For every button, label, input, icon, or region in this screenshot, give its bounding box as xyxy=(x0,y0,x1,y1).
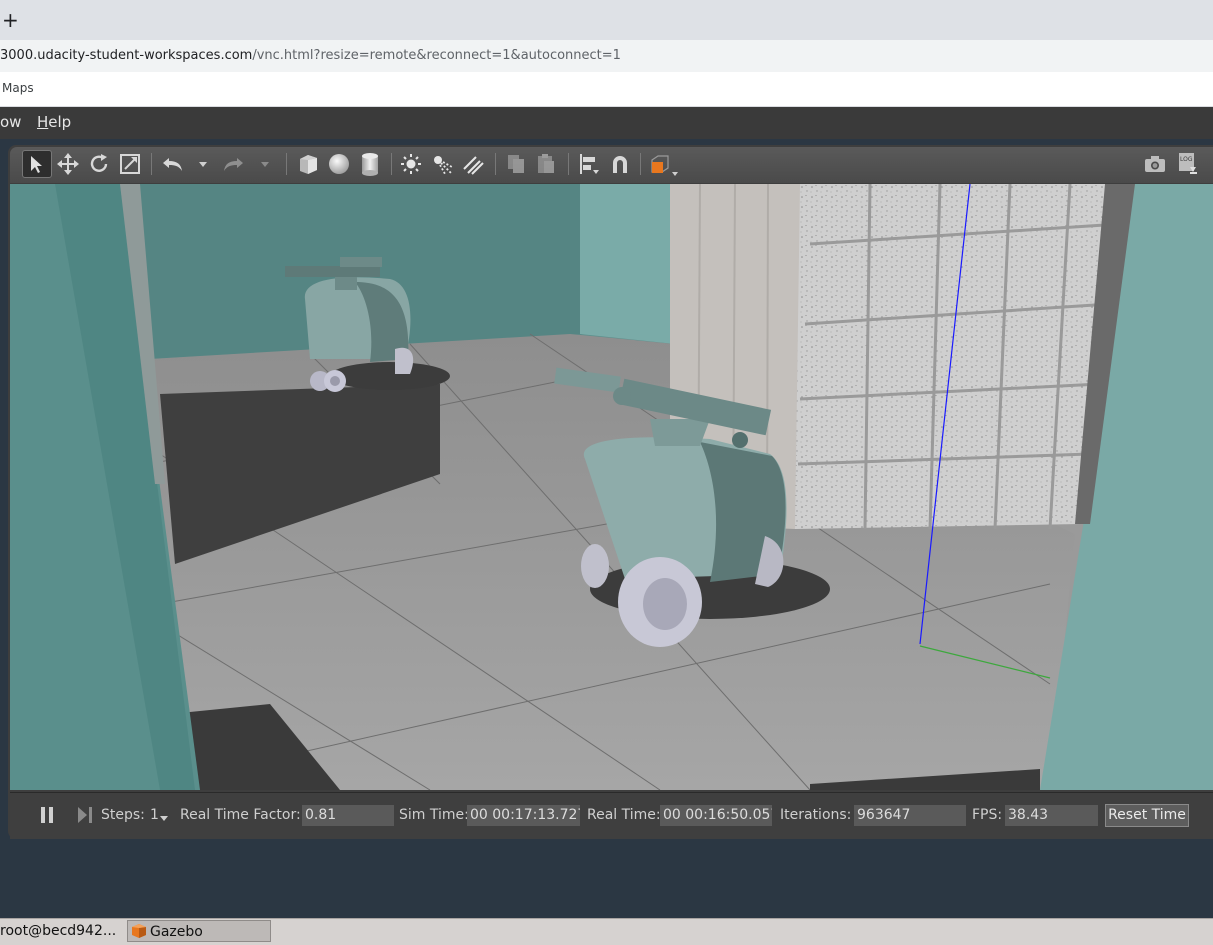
toolbar-separator xyxy=(286,153,287,175)
real-time-factor-value: 0.81 xyxy=(302,805,394,826)
translate-icon[interactable] xyxy=(55,150,81,178)
taskbar-gazebo[interactable]: Gazebo xyxy=(127,920,271,942)
desktop-background xyxy=(0,868,1213,918)
menu-help-mnemonic: H xyxy=(37,113,49,131)
paste-icon[interactable] xyxy=(533,150,559,178)
rotate-icon[interactable] xyxy=(86,150,112,178)
new-tab-button[interactable]: + xyxy=(2,8,20,32)
scale-icon[interactable] xyxy=(117,150,143,178)
real-time-factor-label: Real Time Factor: xyxy=(180,807,301,823)
bookmarks-bar xyxy=(0,72,1213,107)
real-time-label: Real Time: xyxy=(587,807,661,823)
toolbar-separator xyxy=(495,153,496,175)
align-icon[interactable] xyxy=(575,150,603,178)
url-path: /vnc.html?resize=remote&reconnect=1&auto… xyxy=(252,48,621,63)
redo-dropdown-icon[interactable] xyxy=(258,150,272,178)
cylinder-icon[interactable] xyxy=(356,150,384,178)
redo-icon[interactable] xyxy=(219,150,247,178)
screenshot-icon[interactable] xyxy=(1141,150,1169,178)
taskbar-terminal[interactable]: root@becd942... xyxy=(0,920,122,942)
steps-dropdown-icon[interactable] xyxy=(158,812,170,824)
directional-light-icon[interactable] xyxy=(460,150,486,178)
steps-label: Steps: xyxy=(101,807,145,823)
magnet-icon[interactable] xyxy=(606,150,634,178)
step-icon[interactable] xyxy=(73,803,97,827)
toolbar-separator xyxy=(640,153,641,175)
copy-icon[interactable] xyxy=(503,150,529,178)
sphere-icon[interactable] xyxy=(325,150,353,178)
real-time-value: 00 00:16:50.057 xyxy=(660,805,772,826)
scene-render xyxy=(10,184,1213,790)
toolbar-separator xyxy=(151,153,152,175)
fps-value: 38.43 xyxy=(1005,805,1098,826)
toolbar-separator xyxy=(568,153,569,175)
undo-dropdown-icon[interactable] xyxy=(196,150,210,178)
undo-icon[interactable] xyxy=(159,150,187,178)
reset-time-button[interactable]: Reset Time xyxy=(1105,804,1189,827)
box-icon[interactable] xyxy=(294,150,322,178)
menu-help[interactable]: Help xyxy=(37,113,71,131)
log-icon[interactable]: LOG xyxy=(1173,150,1201,178)
sim-time-label: Sim Time: xyxy=(399,807,469,823)
url-text[interactable]: 3000.udacity-student-workspaces.com/vnc.… xyxy=(0,48,621,63)
point-light-icon[interactable] xyxy=(398,150,424,178)
menu-help-label: elp xyxy=(48,113,72,131)
spot-light-icon[interactable] xyxy=(429,150,455,178)
toolbar-separator xyxy=(391,153,392,175)
view-angle-icon[interactable] xyxy=(646,150,682,178)
sim-time-value: 00 00:17:13.727 xyxy=(467,805,580,826)
iterations-value: 963647 xyxy=(854,805,966,826)
browser-tab-bar xyxy=(0,0,1213,40)
fps-label: FPS: xyxy=(972,807,1003,823)
app-menu-bar xyxy=(0,107,1213,139)
scene-viewport[interactable] xyxy=(10,184,1213,790)
bookmark-maps[interactable]: Maps xyxy=(2,81,34,95)
url-host: 3000.udacity-student-workspaces.com xyxy=(0,48,253,63)
pause-icon[interactable] xyxy=(35,803,59,827)
menu-window[interactable]: ow xyxy=(0,113,21,131)
select-arrow-icon[interactable] xyxy=(22,150,52,178)
svg-text:LOG: LOG xyxy=(1180,156,1193,163)
iterations-label: Iterations: xyxy=(780,807,852,823)
gazebo-app-icon xyxy=(130,923,147,939)
